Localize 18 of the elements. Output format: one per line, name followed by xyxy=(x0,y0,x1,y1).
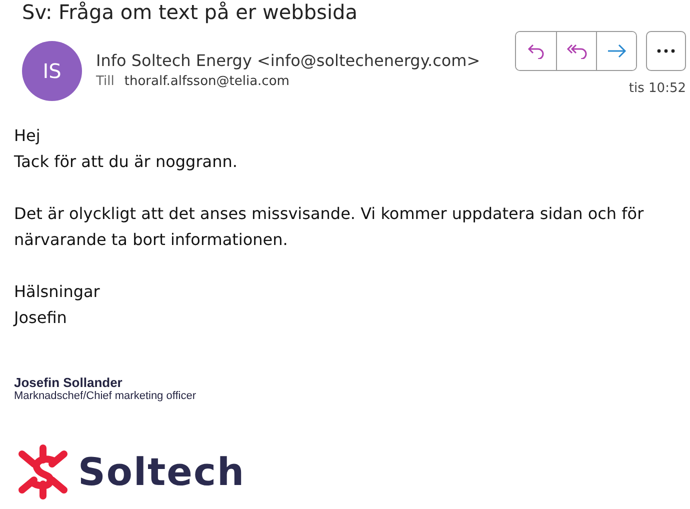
signature-title: Marknadschef/Chief marketing officer xyxy=(14,390,197,402)
sender-name: Info Soltech Energy <info@soltechenergy.com> xyxy=(96,51,482,70)
reply-icon xyxy=(527,43,545,59)
logo-wordmark: Soltech xyxy=(78,450,246,494)
forward-icon xyxy=(606,44,626,58)
more-button[interactable] xyxy=(646,31,686,71)
email-subject: Sv: Fråga om text på er webbsida xyxy=(21,0,358,24)
recipient: thoralf.alfsson@telia.com xyxy=(124,74,290,89)
forward-button[interactable] xyxy=(596,32,636,70)
avatar: IS xyxy=(22,41,82,101)
reply-all-icon xyxy=(566,43,588,59)
body-paragraph: Hälsningar Josefin xyxy=(14,281,101,329)
timestamp: tis 10:52 xyxy=(628,81,686,96)
more-icon xyxy=(657,49,675,53)
body-paragraph: Hej Tack för att du är noggrann. xyxy=(14,125,238,173)
to-label: Till xyxy=(96,74,114,89)
signature-name: Josefin Sollander xyxy=(14,375,124,390)
body-paragraph: Det är olyckligt att det anses missvisande. Vi kommer uppdatera sidan och för närvarande ta bort informationen. xyxy=(14,203,645,251)
